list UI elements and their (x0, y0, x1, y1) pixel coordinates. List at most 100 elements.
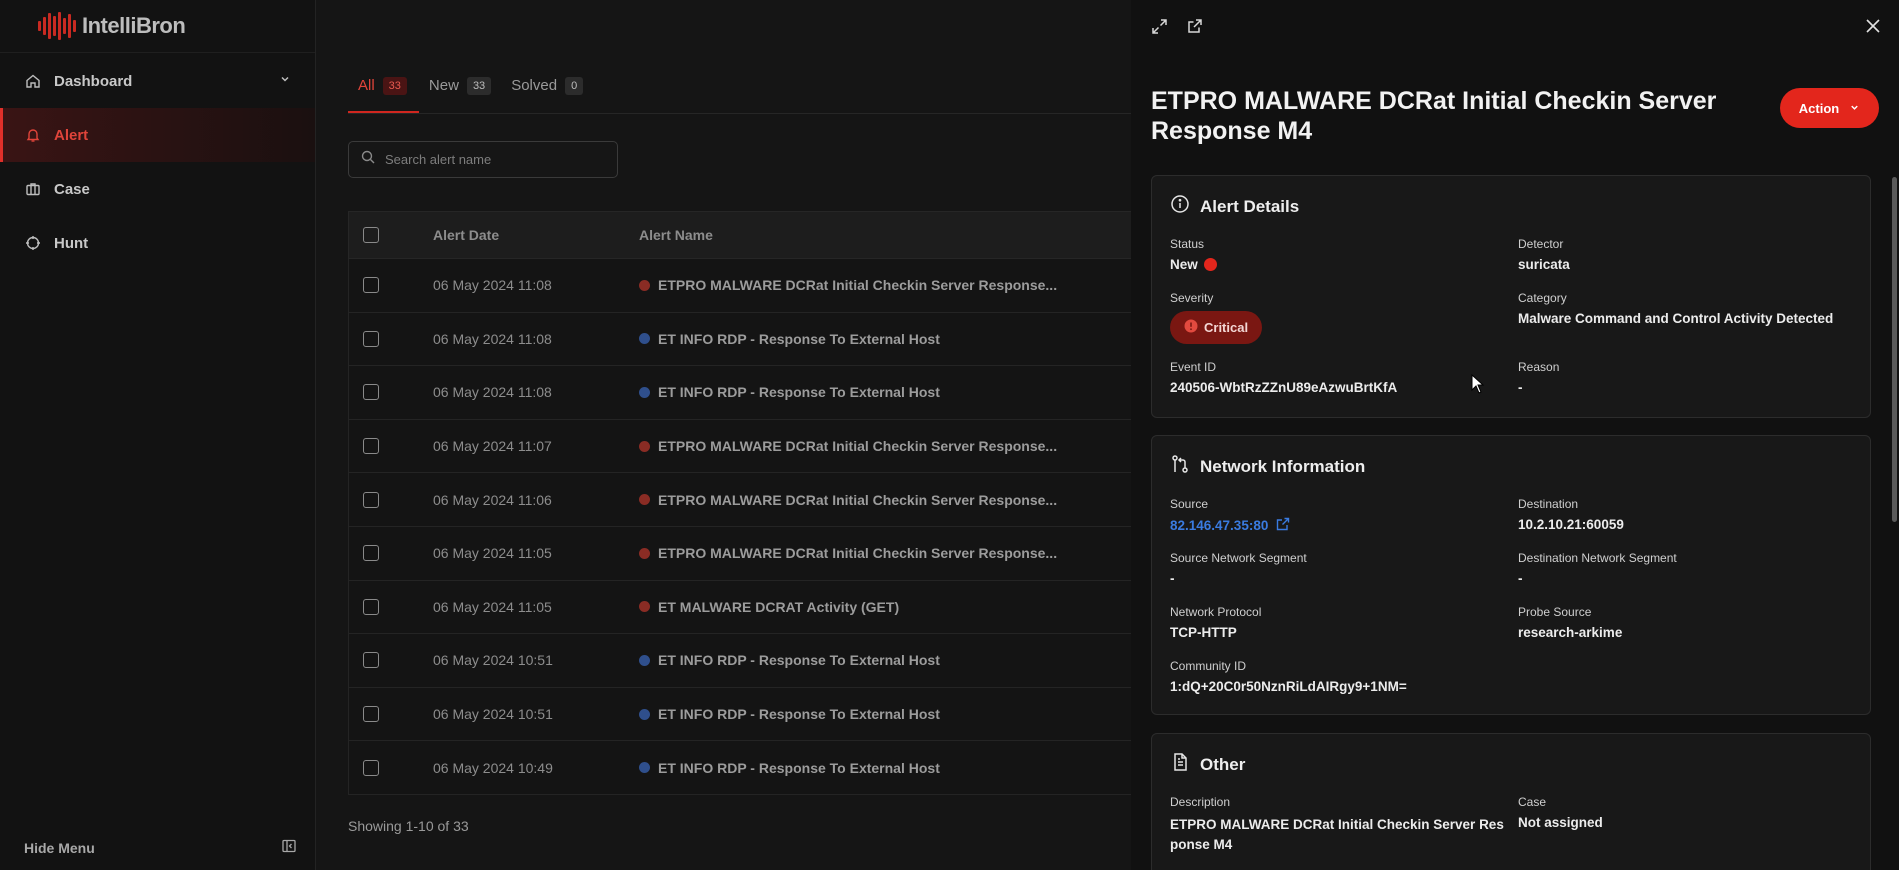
field-destination-segment: Destination Network Segment - (1518, 551, 1677, 586)
network-information-card: Network Information Source 82.146.47.35:… (1151, 435, 1871, 715)
tab-count-badge: 33 (466, 76, 492, 95)
logo[interactable]: IntelliBron (0, 0, 315, 53)
alert-name-text: ETPRO MALWARE DCRat Initial Checkin Serv… (658, 438, 1058, 455)
field-description: Description ETPRO MALWARE DCRat Initial … (1170, 795, 1510, 855)
alert-name-text: ET MALWARE DCRAT Activity (GET) (658, 598, 900, 615)
card-header: Alert Details (1170, 194, 1299, 219)
row-checkbox[interactable] (363, 545, 379, 562)
table-row[interactable]: 06 May 2024 11:07 ETPRO MALWARE DCRat Ini… (348, 419, 1131, 474)
alert-name[interactable]: ET INFO RDP - Response To External Host (639, 706, 940, 722)
alert-name[interactable]: ET INFO RDP - Response To External Host (639, 652, 940, 668)
row-checkbox[interactable] (363, 384, 379, 401)
tab-all[interactable]: All 33 (348, 58, 419, 114)
alert-date: 06 May 2024 11:08 (433, 277, 552, 294)
table-body: 06 May 2024 11:08 ETPRO MALWARE DCRat Ini… (348, 259, 1131, 795)
table-row[interactable]: 06 May 2024 11:05 ET MALWARE DCRAT Activi… (348, 580, 1131, 635)
action-label: Action (1798, 100, 1840, 116)
field-value: 1:dQ+20C0r50NznRiLdAIRgy9+1NM= (1170, 679, 1407, 694)
alert-name[interactable]: ETPRO MALWARE DCRat Initial Checkin Serv… (639, 438, 1057, 454)
column-header-date[interactable]: Alert Date (433, 227, 639, 243)
logo-text: IntelliBron (82, 13, 186, 38)
hide-menu-button[interactable]: Hide Menu (24, 839, 296, 856)
tab-label: All (358, 77, 375, 94)
sidebar-item-alert[interactable]: Alert (0, 108, 315, 162)
alert-name[interactable]: ETPRO MALWARE DCRat Initial Checkin Serv… (639, 277, 1057, 293)
alert-name[interactable]: ET INFO RDP - Response To External Host (639, 384, 940, 400)
sidebar-item-dashboard[interactable]: Dashboard (0, 54, 315, 108)
field-label: Detector (1518, 237, 1564, 251)
field-label: Status (1170, 237, 1205, 251)
sidebar-item-case[interactable]: Case (0, 162, 315, 216)
field-severity: Severity Critical (1170, 291, 1263, 344)
severity-dot-icon (639, 762, 650, 774)
action-dropdown-button[interactable]: Action (1780, 88, 1879, 128)
table-row[interactable]: 06 May 2024 11:05 ETPRO MALWARE DCRat Ini… (348, 526, 1131, 581)
alert-date: 06 May 2024 11:05 (433, 598, 552, 615)
field-label: Description (1170, 795, 1231, 809)
alert-name[interactable]: ETPRO MALWARE DCRat Initial Checkin Serv… (639, 492, 1057, 508)
home-icon (24, 72, 42, 90)
field-value: - (1170, 571, 1175, 586)
briefcase-icon (24, 180, 42, 198)
chevron-down-icon[interactable] (279, 72, 291, 89)
sidebar-item-label: Case (54, 180, 90, 198)
alert-date: 06 May 2024 10:49 (433, 759, 553, 776)
select-all-checkbox[interactable] (363, 227, 379, 243)
alert-name-text: ETPRO MALWARE DCRat Initial Checkin Serv… (658, 277, 1058, 294)
alert-name-text: ET INFO RDP - Response To External Host (658, 706, 940, 723)
severity-dot-icon (639, 601, 650, 613)
field-label: Community ID (1170, 659, 1247, 673)
severity-dot-icon (639, 333, 650, 345)
card-title: Network Information (1200, 456, 1366, 476)
row-checkbox[interactable] (363, 438, 379, 455)
table-row[interactable]: 06 May 2024 10:49 ET INFO RDP - Response … (348, 741, 1131, 795)
alert-date: 06 May 2024 11:05 (433, 545, 552, 562)
row-checkbox[interactable] (363, 491, 379, 508)
column-header-name[interactable]: Alert Name (639, 227, 713, 243)
row-checkbox[interactable] (363, 598, 379, 615)
field-category: Category Malware Command and Control Act… (1518, 291, 1858, 326)
tab-new[interactable]: New 33 (419, 58, 501, 113)
row-checkbox[interactable] (363, 759, 379, 776)
search-input[interactable] (385, 152, 605, 167)
row-checkbox[interactable] (363, 277, 379, 294)
alert-name[interactable]: ET MALWARE DCRAT Activity (GET) (639, 599, 899, 615)
sidebar-nav: Dashboard Alert Case Hunt (0, 54, 315, 270)
severity-badge: Critical (1170, 311, 1263, 344)
alert-name[interactable]: ETPRO MALWARE DCRat Initial Checkin Serv… (639, 545, 1057, 561)
open-external-icon[interactable] (1186, 18, 1203, 40)
document-icon (1170, 752, 1190, 777)
row-checkbox[interactable] (363, 706, 379, 723)
mouse-cursor-icon (1471, 373, 1485, 399)
crosshair-icon (24, 234, 42, 252)
table-row[interactable]: 06 May 2024 11:08 ETPRO MALWARE DCRat Ini… (348, 259, 1131, 313)
table-row[interactable]: 06 May 2024 10:51 ET INFO RDP - Response … (348, 687, 1131, 742)
info-icon (1170, 194, 1190, 219)
field-value: suricata (1518, 257, 1570, 272)
table-row[interactable]: 06 May 2024 10:51 ET INFO RDP - Response … (348, 634, 1131, 688)
sidebar-item-hunt[interactable]: Hunt (0, 216, 315, 270)
table-row[interactable]: 06 May 2024 11:08 ET INFO RDP - Response … (348, 366, 1131, 420)
source-link[interactable]: 82.146.47.35:80 (1170, 517, 1290, 534)
field-value: Malware Command and Control Activity Det… (1518, 311, 1834, 326)
close-icon[interactable] (1865, 18, 1881, 39)
field-detector: Detector suricata (1518, 237, 1570, 272)
row-checkbox[interactable] (363, 652, 379, 669)
alert-date: 06 May 2024 11:08 (433, 330, 552, 347)
table-row[interactable]: 06 May 2024 11:06 ETPRO MALWARE DCRat Ini… (348, 473, 1131, 527)
logo-mark (38, 11, 76, 41)
field-label: Probe Source (1518, 605, 1592, 619)
alert-name[interactable]: ET INFO RDP - Response To External Host (639, 331, 940, 347)
expand-icon[interactable] (1151, 18, 1168, 40)
table-row[interactable]: 06 May 2024 11:08 ET INFO RDP - Response … (348, 312, 1131, 367)
severity-dot-icon (639, 494, 650, 506)
alert-name[interactable]: ET INFO RDP - Response To External Host (639, 760, 940, 776)
panel-scrollbar[interactable] (1892, 177, 1897, 522)
alert-name-text: ETPRO MALWARE DCRat Initial Checkin Serv… (658, 491, 1058, 508)
row-checkbox[interactable] (363, 330, 379, 347)
severity-text: Critical (1204, 320, 1249, 335)
source-ip: 82.146.47.35:80 (1170, 518, 1269, 533)
tab-solved[interactable]: Solved 0 (501, 58, 593, 113)
panel-toolbar (1151, 18, 1203, 40)
tabs-divider (348, 113, 1131, 114)
